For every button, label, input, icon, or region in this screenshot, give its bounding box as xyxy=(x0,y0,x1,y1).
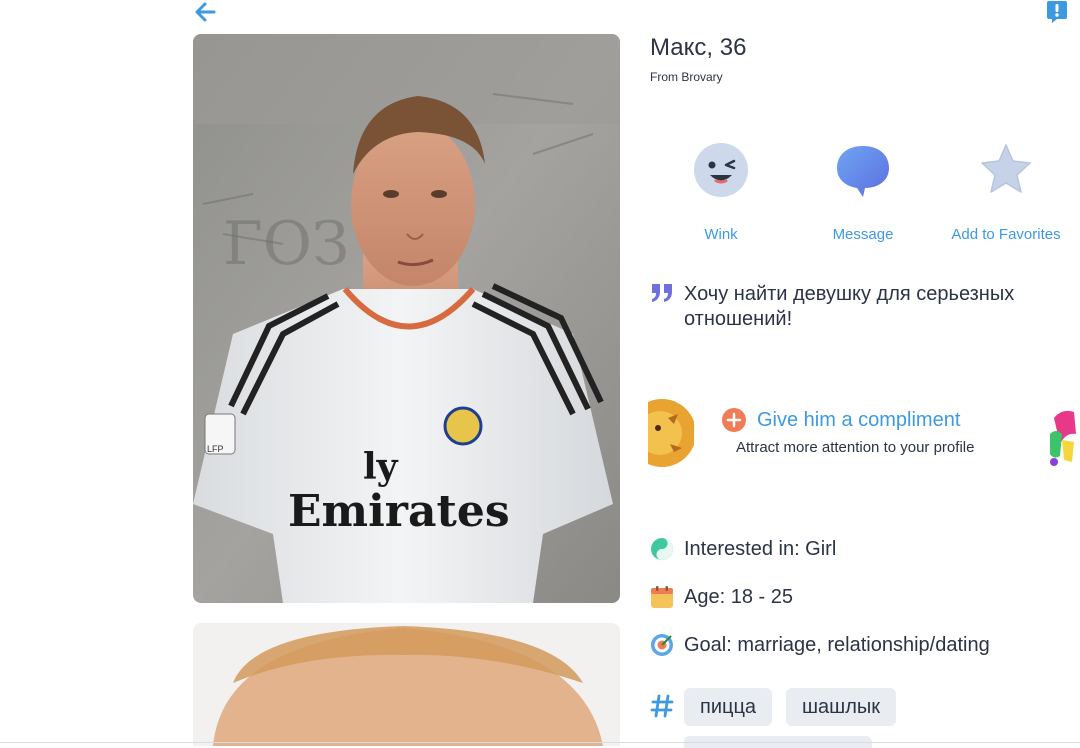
chat-bubble-icon xyxy=(833,140,893,200)
goal-text: Goal: marriage, relationship/dating xyxy=(684,634,990,656)
about-text: Хочу найти девушку для серьезных отношен… xyxy=(684,283,1015,330)
message-label: Message xyxy=(832,226,894,243)
yin-yang-icon xyxy=(650,537,674,561)
shirt-sponsor-line1: ly xyxy=(363,446,399,488)
wink-label: Wink xyxy=(704,226,738,243)
profile-name-age: Макс, 36 xyxy=(650,34,747,61)
back-arrow-icon[interactable] xyxy=(193,0,219,24)
star-icon xyxy=(976,140,1036,200)
profile-photo-2[interactable] xyxy=(193,623,620,746)
plus-circle-icon xyxy=(722,408,746,432)
lfp-patch-text: LFP xyxy=(207,444,224,454)
interest-tag[interactable]: шашлык xyxy=(786,688,897,726)
bottom-divider xyxy=(0,742,1080,743)
calendar-icon xyxy=(650,585,674,609)
interested-in-text: Interested in: Girl xyxy=(684,538,837,560)
wink-face-icon xyxy=(691,140,751,200)
profile-location: From Brovary xyxy=(650,70,723,84)
quote-icon xyxy=(651,283,673,303)
profile-photo[interactable]: ГОЗ LFP ly Emirates xyxy=(193,34,620,603)
favorites-label: Add to Favorites xyxy=(951,226,1061,243)
compliment-title: Give him a compliment xyxy=(757,409,961,431)
hashtag-icon xyxy=(650,694,674,718)
gift-paint-icon xyxy=(1040,404,1080,472)
add-to-favorites-button[interactable]: Add to Favorites xyxy=(936,140,1076,243)
compliment-subtitle: Attract more attention to your profile xyxy=(736,439,975,456)
wink-button[interactable]: Wink xyxy=(651,140,791,243)
report-icon[interactable] xyxy=(1046,0,1068,24)
interest-tag[interactable]: пицца xyxy=(684,688,773,726)
svg-text:ГОЗ: ГОЗ xyxy=(223,209,349,279)
gift-lion-icon xyxy=(628,394,696,472)
age-range-text: Age: 18 - 25 xyxy=(684,586,793,608)
shirt-sponsor-line2: Emirates xyxy=(288,486,510,537)
target-icon xyxy=(650,633,674,657)
message-button[interactable]: Message xyxy=(793,140,933,243)
